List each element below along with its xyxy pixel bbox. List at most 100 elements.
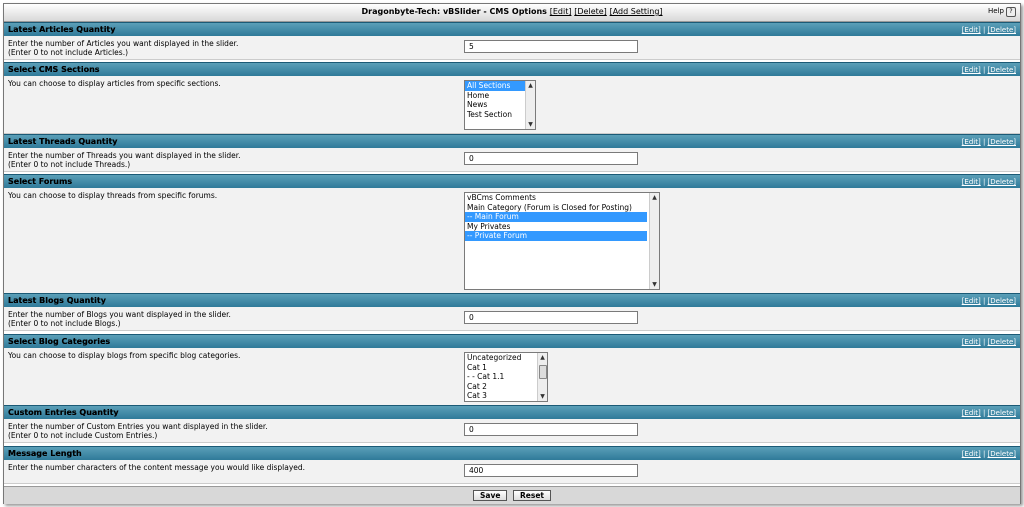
delete-link[interactable]: [Delete] xyxy=(988,338,1016,346)
setting-row: Enter the number characters of the conte… xyxy=(4,460,1020,484)
section-threads: Latest Threads Quantity [Edit] | [Delete… xyxy=(4,134,1020,172)
section-title: Select Blog Categories xyxy=(8,337,111,346)
setting-row: You can choose to display articles from … xyxy=(4,76,1020,134)
description-line: Enter the number of Blogs you want displ… xyxy=(8,310,231,319)
section-header: Select Forums [Edit] | [Delete] xyxy=(4,174,1020,188)
scrollbar[interactable]: ▲ ▼ xyxy=(525,81,535,129)
scroll-up-icon[interactable]: ▲ xyxy=(526,81,535,90)
setting-description: You can choose to display blogs from spe… xyxy=(8,351,448,360)
separator: | xyxy=(980,409,988,417)
section-forums: Select Forums [Edit] | [Delete] You can … xyxy=(4,174,1020,294)
select-option[interactable]: -- Main Forum xyxy=(465,212,647,222)
select-option[interactable]: vBCms Comments xyxy=(465,193,659,203)
section-title: Message Length xyxy=(8,449,82,458)
description-line: You can choose to display blogs from spe… xyxy=(8,351,241,360)
setting-description: Enter the number of Threads you want dis… xyxy=(8,151,448,169)
scrollbar[interactable]: ▲ ▼ xyxy=(537,353,547,401)
edit-link[interactable]: [Edit] xyxy=(962,66,981,74)
setting-row: You can choose to display threads from s… xyxy=(4,188,1020,294)
title-add-setting-link[interactable]: [Add Setting] xyxy=(610,7,663,16)
help-icon: ? xyxy=(1006,7,1016,17)
edit-link[interactable]: [Edit] xyxy=(962,138,981,146)
cms-options-panel: Dragonbyte-Tech: vBSlider - CMS Options … xyxy=(3,3,1021,504)
blogs-quantity-input[interactable]: 0 xyxy=(464,311,638,324)
section-header: Select CMS Sections [Edit] | [Delete] xyxy=(4,62,1020,76)
blog-categories-select[interactable]: Uncategorized Cat 1 - - Cat 1.1 Cat 2 Ca… xyxy=(464,352,548,402)
panel-title-bar: Dragonbyte-Tech: vBSlider - CMS Options … xyxy=(4,4,1020,22)
description-line: Enter the number of Custom Entries you w… xyxy=(8,422,268,431)
edit-link[interactable]: [Edit] xyxy=(962,297,981,305)
description-line: (Enter 0 to not include Articles.) xyxy=(8,48,129,57)
message-length-input[interactable]: 400 xyxy=(464,464,638,477)
description-line: Enter the number of Threads you want dis… xyxy=(8,151,241,160)
save-button[interactable]: Save xyxy=(473,490,508,501)
threads-quantity-input[interactable]: 0 xyxy=(464,152,638,165)
separator: | xyxy=(980,178,988,186)
select-option[interactable]: Uncategorized xyxy=(465,353,547,363)
setting-row: You can choose to display blogs from spe… xyxy=(4,348,1020,406)
cms-sections-select[interactable]: All Sections Home News Test Section ▲ ▼ xyxy=(464,80,536,130)
edit-link[interactable]: [Edit] xyxy=(962,450,981,458)
section-header: Latest Blogs Quantity [Edit] | [Delete] xyxy=(4,293,1020,307)
delete-link[interactable]: [Delete] xyxy=(988,450,1016,458)
delete-link[interactable]: [Delete] xyxy=(988,26,1016,34)
section-title: Latest Threads Quantity xyxy=(8,137,118,146)
delete-link[interactable]: [Delete] xyxy=(988,409,1016,417)
scrollbar[interactable]: ▲ ▼ xyxy=(649,193,659,289)
section-header: Message Length [Edit] | [Delete] xyxy=(4,446,1020,460)
title-delete-link[interactable]: [Delete] xyxy=(574,7,607,16)
articles-quantity-input[interactable]: 5 xyxy=(464,40,638,53)
delete-link[interactable]: [Delete] xyxy=(988,66,1016,74)
description-line: Enter the number characters of the conte… xyxy=(8,463,306,472)
edit-link[interactable]: [Edit] xyxy=(962,338,981,346)
section-articles: Latest Articles Quantity [Edit] | [Delet… xyxy=(4,22,1020,60)
description-line: You can choose to display threads from s… xyxy=(8,191,218,200)
setting-row: Enter the number of Threads you want dis… xyxy=(4,148,1020,172)
edit-link[interactable]: [Edit] xyxy=(962,26,981,34)
title-edit-link[interactable]: [Edit] xyxy=(550,7,572,16)
delete-link[interactable]: [Delete] xyxy=(988,178,1016,186)
setting-row: Enter the number of Articles you want di… xyxy=(4,36,1020,60)
select-option[interactable]: My Privates xyxy=(465,222,659,232)
separator: | xyxy=(980,66,988,74)
separator: | xyxy=(980,26,988,34)
section-title: Select CMS Sections xyxy=(8,65,100,74)
custom-entries-quantity-input[interactable]: 0 xyxy=(464,423,638,436)
separator: | xyxy=(980,138,988,146)
select-option[interactable]: Cat 2 xyxy=(465,382,547,392)
section-title: Select Forums xyxy=(8,177,73,186)
section-title: Latest Articles Quantity xyxy=(8,25,116,34)
section-header: Select Blog Categories [Edit] | [Delete] xyxy=(4,334,1020,348)
select-option[interactable]: -- Private Forum xyxy=(465,231,647,241)
setting-row: Enter the number of Blogs you want displ… xyxy=(4,307,1020,331)
description-line: You can choose to display articles from … xyxy=(8,79,221,88)
setting-description: Enter the number of Blogs you want displ… xyxy=(8,310,448,328)
page-title-text: Dragonbyte-Tech: vBSlider - CMS Options xyxy=(361,7,547,16)
section-cms-sections: Select CMS Sections [Edit] | [Delete] Yo… xyxy=(4,62,1020,134)
section-header: Latest Threads Quantity [Edit] | [Delete… xyxy=(4,134,1020,148)
reset-button[interactable]: Reset xyxy=(513,490,551,501)
delete-link[interactable]: [Delete] xyxy=(988,297,1016,305)
forums-select[interactable]: vBCms Comments Main Category (Forum is C… xyxy=(464,192,660,290)
delete-link[interactable]: [Delete] xyxy=(988,138,1016,146)
select-option[interactable]: Cat 1 xyxy=(465,363,547,373)
select-option[interactable]: Cat 3 xyxy=(465,391,547,401)
scroll-down-icon[interactable]: ▼ xyxy=(526,120,535,129)
separator: | xyxy=(980,450,988,458)
select-option[interactable]: Main Category (Forum is Closed for Posti… xyxy=(465,203,659,213)
select-option[interactable]: - - Cat 1.1 xyxy=(465,372,547,382)
help-label: Help xyxy=(988,7,1004,15)
edit-link[interactable]: [Edit] xyxy=(962,178,981,186)
description-line: (Enter 0 to not include Blogs.) xyxy=(8,319,121,328)
scroll-down-icon[interactable]: ▼ xyxy=(650,280,659,289)
section-blog-categories: Select Blog Categories [Edit] | [Delete]… xyxy=(4,334,1020,406)
section-header: Custom Entries Quantity [Edit] | [Delete… xyxy=(4,405,1020,419)
scroll-down-icon[interactable]: ▼ xyxy=(538,392,547,401)
separator: | xyxy=(980,338,988,346)
edit-link[interactable]: [Edit] xyxy=(962,409,981,417)
scroll-up-icon[interactable]: ▲ xyxy=(538,353,547,362)
scroll-thumb[interactable] xyxy=(539,365,547,379)
help-link[interactable]: Help? xyxy=(988,7,1016,17)
setting-description: Enter the number of Articles you want di… xyxy=(8,39,448,57)
scroll-up-icon[interactable]: ▲ xyxy=(650,193,659,202)
